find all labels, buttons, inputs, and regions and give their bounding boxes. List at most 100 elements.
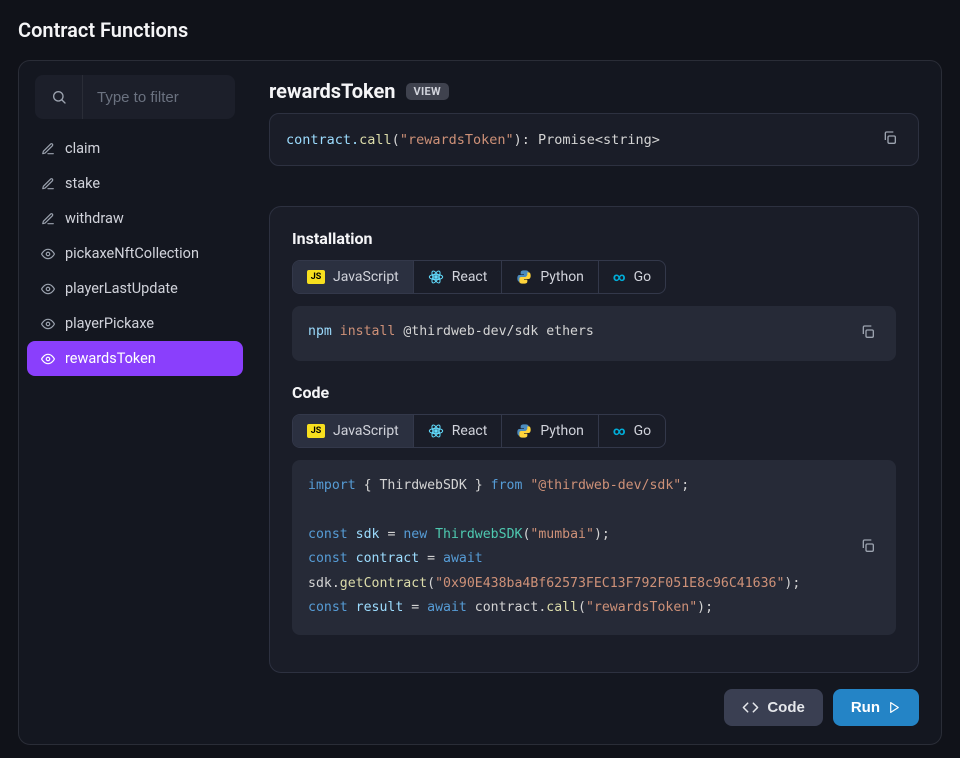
code-tabs: JS JavaScript React Python ∞ Go [292, 414, 666, 448]
python-icon [516, 269, 532, 285]
sidebar-item-label: rewardsToken [65, 350, 156, 367]
tok: "0x90E438ba4Bf62573FEC13F792F051E8c96C41… [435, 576, 784, 591]
install-command: npm install @thirdweb-dev/sdk ethers [308, 320, 594, 347]
code-icon [742, 699, 759, 716]
tok: from [491, 478, 523, 493]
js-icon: JS [307, 424, 325, 438]
tab-go[interactable]: ∞ Go [599, 261, 665, 293]
pencil-icon [41, 142, 55, 156]
eye-icon [41, 282, 55, 296]
signature-code: contract.call("rewardsToken"): Promise<s… [286, 132, 660, 148]
tab-go[interactable]: ∞ Go [599, 415, 665, 447]
tab-label: JavaScript [333, 269, 399, 285]
sidebar-item-pickaxeNftCollection[interactable]: pickaxeNftCollection [27, 236, 243, 271]
signature-box: contract.call("rewardsToken"): Promise<s… [269, 113, 919, 166]
tok: sdk [356, 527, 380, 542]
tok: const [308, 527, 348, 542]
tab-label: Go [634, 269, 652, 285]
function-name: rewardsToken [269, 79, 396, 103]
install-packages: @thirdweb-dev/sdk ethers [403, 324, 594, 339]
tok: { ThirdwebSDK } [364, 478, 483, 493]
footer-buttons: Code Run [269, 689, 919, 726]
pencil-icon [41, 212, 55, 226]
tab-react[interactable]: React [414, 415, 503, 447]
sidebar-item-label: stake [65, 175, 100, 192]
install-command-box: npm install @thirdweb-dev/sdk ethers [292, 306, 896, 361]
search-input[interactable] [83, 89, 223, 106]
sidebar-item-label: withdraw [65, 210, 124, 227]
mutability-badge: VIEW [406, 83, 449, 100]
usage-panel: Installation JSJavaScriptReactPython∞Go … [269, 206, 919, 673]
tab-label: React [452, 423, 488, 439]
tab-javascript[interactable]: JS JavaScript [293, 415, 414, 447]
tab-python[interactable]: Python [502, 415, 599, 447]
copy-signature-button[interactable] [878, 126, 902, 153]
sig-call: call [359, 132, 392, 148]
search-wrap [35, 75, 235, 119]
sidebar-item-playerPickaxe[interactable]: playerPickaxe [27, 306, 243, 341]
installation-tabs: JS JavaScript React Python ∞ Go [292, 260, 666, 294]
install-verb: install [340, 324, 396, 339]
code-button-label: Code [767, 699, 805, 716]
sidebar-item-withdraw[interactable]: withdraw [27, 201, 243, 236]
sidebar-item-stake[interactable]: stake [27, 166, 243, 201]
tok: await [443, 551, 483, 566]
install-tool: npm [308, 324, 332, 339]
js-icon: JS [307, 270, 325, 284]
sidebar-item-label: claim [65, 140, 100, 157]
run-button[interactable]: Run [833, 689, 919, 726]
tab-label: JavaScript [333, 423, 399, 439]
sidebar-item-label: playerLastUpdate [65, 280, 178, 297]
sidebar-item-label: pickaxeNftCollection [65, 245, 199, 262]
tab-python[interactable]: Python [502, 261, 599, 293]
code-sample: import { ThirdwebSDK } from "@thirdweb-d… [308, 474, 800, 621]
sidebar-item-label: playerPickaxe [65, 315, 154, 332]
page-title: Contract Functions [18, 18, 942, 42]
copy-icon [860, 538, 876, 554]
tok: import [308, 478, 356, 493]
tok: const [308, 600, 348, 615]
tok: getContract [340, 576, 427, 591]
search-icon [35, 75, 83, 119]
tok: contract [356, 551, 420, 566]
copy-icon [860, 324, 876, 340]
run-button-label: Run [851, 699, 880, 716]
sidebar-item-rewardsToken[interactable]: rewardsToken [27, 341, 243, 376]
eye-icon [41, 317, 55, 331]
installation-heading: Installation [292, 229, 896, 248]
code-button[interactable]: Code [724, 689, 823, 726]
sidebar-item-claim[interactable]: claim [27, 131, 243, 166]
tab-javascript[interactable]: JS JavaScript [293, 261, 414, 293]
contract-functions-shell: claim stake withdraw pickaxeNftCollection pl… [18, 60, 942, 745]
tab-label: Python [540, 423, 584, 439]
code-heading: Code [292, 383, 896, 402]
python-icon [516, 423, 532, 439]
tab-label: React [452, 269, 488, 285]
tok: "mumbai" [530, 527, 594, 542]
tok: result [356, 600, 404, 615]
react-icon [428, 269, 444, 285]
code-sample-box: import { ThirdwebSDK } from "@thirdweb-d… [292, 460, 896, 635]
function-detail-pane: rewardsToken VIEW contract.call("rewards… [251, 61, 941, 744]
function-header: rewardsToken VIEW [269, 79, 919, 103]
tok: call [546, 600, 578, 615]
tab-react[interactable]: React [414, 261, 503, 293]
copy-code-button[interactable] [856, 474, 880, 621]
tab-label: Go [634, 423, 652, 439]
sig-return: Promise<string> [538, 132, 660, 148]
go-icon: ∞ [613, 424, 626, 438]
copy-install-button[interactable] [856, 320, 880, 347]
tok: "@thirdweb-dev/sdk" [530, 478, 681, 493]
sidebar-item-playerLastUpdate[interactable]: playerLastUpdate [27, 271, 243, 306]
sig-prefix: contract. [286, 132, 359, 148]
eye-icon [41, 352, 55, 366]
tok: await [427, 600, 467, 615]
function-list: claim stake withdraw pickaxeNftCollection pl… [27, 131, 243, 376]
go-icon: ∞ [613, 270, 626, 284]
tok: "rewardsToken" [586, 600, 697, 615]
function-sidebar: claim stake withdraw pickaxeNftCollection pl… [19, 61, 251, 744]
tok: const [308, 551, 348, 566]
sig-paren: ( [392, 132, 400, 148]
react-icon [428, 423, 444, 439]
play-icon [888, 701, 901, 714]
